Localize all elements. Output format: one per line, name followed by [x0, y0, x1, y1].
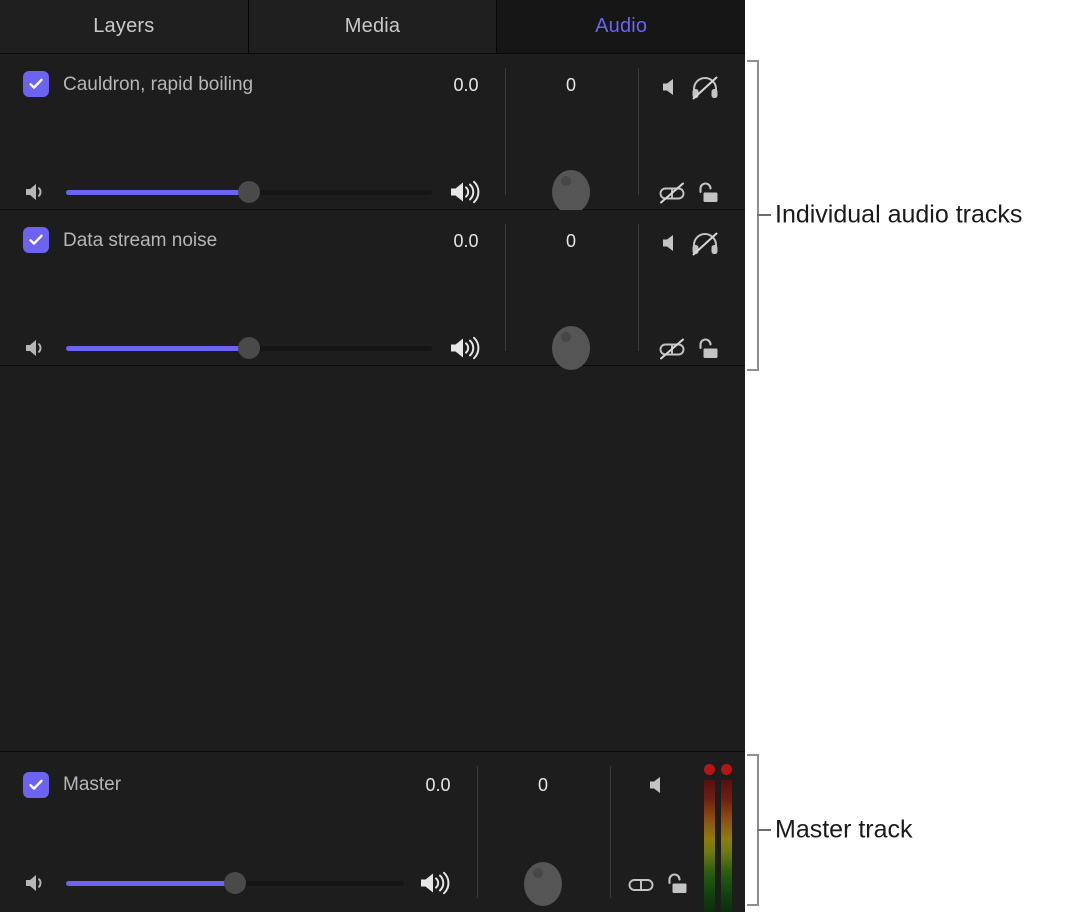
tab-bar: Layers Media Audio: [0, 0, 746, 54]
slider-fill: [66, 881, 235, 886]
mute-speaker-icon[interactable]: [646, 775, 668, 800]
pan-knob[interactable]: [552, 326, 590, 370]
link-icon[interactable]: [626, 874, 656, 901]
table-row: Cauldron, rapid boiling 0.0 0: [0, 54, 745, 241]
empty-track-area: [0, 371, 745, 751]
track-name[interactable]: Data stream noise: [63, 230, 217, 252]
master-level-meter: [704, 764, 732, 912]
audio-panel-screenshot: Layers Media Audio Cauldron, rapid boili…: [0, 0, 1072, 912]
callout-label: Master track: [775, 815, 913, 844]
pan-knob-indicator: [533, 868, 543, 878]
link-slash-icon[interactable]: [657, 337, 687, 366]
clip-indicator: [721, 764, 732, 775]
checkmark-icon: [29, 78, 43, 89]
track-enable-checkbox[interactable]: [23, 71, 49, 97]
track-name[interactable]: Cauldron, rapid boiling: [63, 74, 253, 96]
master-track-name[interactable]: Master: [63, 774, 121, 796]
gain-value[interactable]: 0.0: [430, 75, 502, 96]
clip-indicator: [704, 764, 715, 775]
audio-track-list: Cauldron, rapid boiling 0.0 0 Data strea…: [0, 54, 745, 397]
tab-layers-label: Layers: [93, 15, 155, 37]
headphones-slash-icon[interactable]: [690, 75, 720, 106]
master-enable-checkbox[interactable]: [23, 772, 49, 798]
master-pan-knob[interactable]: [524, 862, 562, 906]
headphones-slash-icon[interactable]: [690, 231, 720, 262]
pan-knob-indicator: [561, 332, 571, 342]
lock-open-icon[interactable]: [694, 337, 720, 366]
slider-thumb[interactable]: [238, 337, 260, 359]
pan-value[interactable]: 0: [540, 231, 602, 252]
gain-slider[interactable]: [66, 337, 432, 359]
lock-open-icon[interactable]: [694, 181, 720, 210]
column-divider: [505, 68, 506, 195]
pan-value[interactable]: 0: [540, 75, 602, 96]
callout-label: Individual audio tracks: [775, 200, 1023, 229]
pan-knob-indicator: [561, 176, 571, 186]
meter-channel-right: [721, 764, 732, 912]
speaker-high-icon[interactable]: [448, 335, 482, 366]
gain-slider[interactable]: [66, 181, 432, 203]
meter-channel-left: [704, 764, 715, 912]
tab-audio-label: Audio: [595, 15, 648, 37]
audio-inspector-panel: Layers Media Audio Cauldron, rapid boili…: [0, 0, 746, 912]
meter-bar: [704, 780, 715, 912]
callout-tick: [757, 829, 771, 831]
slider-thumb[interactable]: [224, 872, 246, 894]
table-row: Data stream noise 0.0 0: [0, 210, 745, 397]
tab-media[interactable]: Media: [248, 0, 498, 53]
slider-fill: [66, 346, 249, 351]
track-enable-checkbox[interactable]: [23, 227, 49, 253]
speaker-high-icon[interactable]: [418, 870, 452, 901]
lock-open-icon[interactable]: [663, 872, 689, 901]
master-pan-value[interactable]: 0: [512, 775, 574, 796]
slider-thumb[interactable]: [238, 181, 260, 203]
speaker-high-icon[interactable]: [448, 179, 482, 210]
column-divider: [477, 766, 478, 898]
tab-media-label: Media: [344, 15, 401, 37]
slider-fill: [66, 190, 249, 195]
pan-knob[interactable]: [552, 170, 590, 214]
meter-bar: [721, 780, 732, 912]
master-track-row: Master 0.0 0: [0, 751, 745, 912]
column-divider: [638, 224, 639, 351]
speaker-low-icon[interactable]: [23, 872, 49, 899]
checkmark-icon: [29, 234, 43, 245]
speaker-low-icon[interactable]: [23, 337, 49, 364]
column-divider: [638, 68, 639, 195]
tab-layers[interactable]: Layers: [0, 0, 249, 53]
link-slash-icon[interactable]: [657, 181, 687, 210]
callout-tick: [757, 214, 771, 216]
checkmark-icon: [29, 779, 43, 790]
column-divider: [505, 224, 506, 351]
column-divider: [610, 766, 611, 898]
tab-audio[interactable]: Audio: [497, 0, 746, 53]
master-gain-slider[interactable]: [66, 872, 404, 894]
mute-speaker-icon[interactable]: [659, 77, 681, 102]
speaker-low-icon[interactable]: [23, 181, 49, 208]
mute-speaker-icon[interactable]: [659, 233, 681, 258]
master-gain-value[interactable]: 0.0: [402, 775, 474, 796]
gain-value[interactable]: 0.0: [430, 231, 502, 252]
